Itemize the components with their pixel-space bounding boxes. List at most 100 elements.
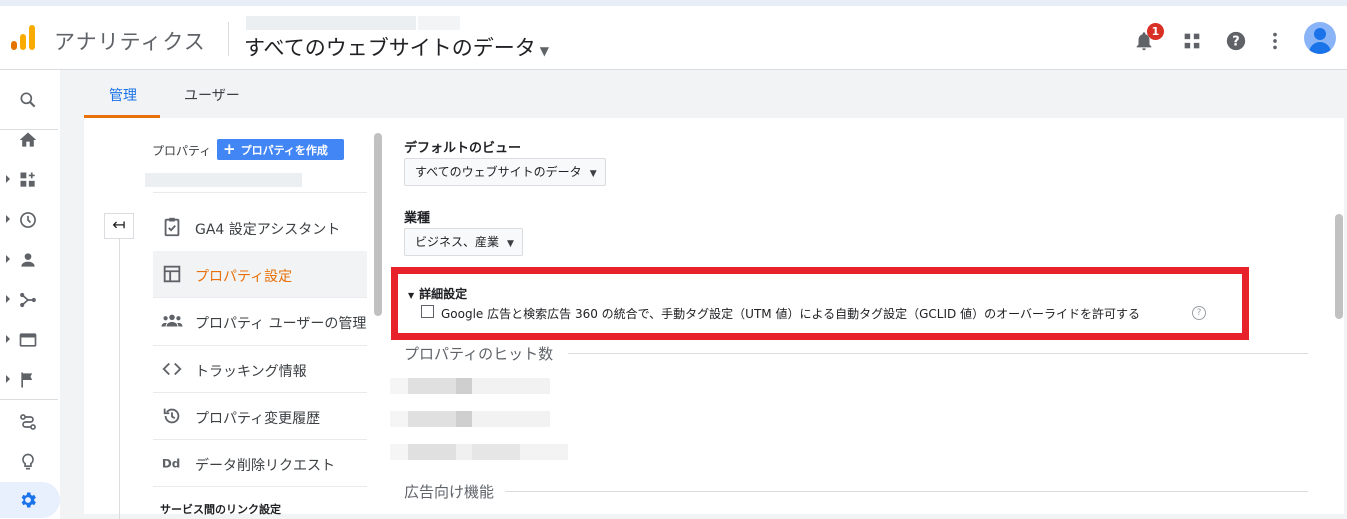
property-name-redacted[interactable]: [145, 173, 302, 187]
menu-scrollbar[interactable]: [374, 133, 382, 316]
tab-admin[interactable]: 管理: [109, 85, 137, 105]
column-connector-line: [119, 239, 120, 519]
nav-realtime[interactable]: [0, 202, 60, 238]
code-icon: [162, 362, 182, 376]
menu-item-ga4-setup-assistant[interactable]: GA4 設定アシスタント: [153, 204, 367, 250]
nav-acquisition[interactable]: [0, 282, 60, 318]
menu-item-tracking-info[interactable]: トラッキング情報: [153, 346, 367, 392]
avatar-head: [1314, 28, 1326, 40]
industry-value: ビジネス、産業: [415, 235, 500, 249]
nav-conversions[interactable]: [0, 362, 60, 398]
left-navigation: [0, 70, 60, 519]
allow-override-checkbox[interactable]: [421, 305, 434, 318]
menu-divider: [153, 486, 367, 487]
view-selector-label: すべてのウェブサイトのデータ: [244, 36, 536, 60]
nav-customization[interactable]: [0, 162, 60, 198]
history-icon: [163, 408, 180, 424]
nav-behavior[interactable]: [0, 322, 60, 358]
more-vert-icon[interactable]: [1264, 30, 1286, 52]
account-avatar[interactable]: [1304, 22, 1336, 54]
app-header: アナリティクス すべてのウェブサイトのデータ ▼ 1 ?: [0, 6, 1347, 70]
lightbulb-icon: [22, 453, 34, 470]
expand-arrow-icon: [6, 175, 10, 183]
menu-item-data-deletion[interactable]: Dd データ削除リクエスト: [153, 440, 367, 486]
back-arrow-icon: ↤: [112, 215, 126, 234]
view-selector[interactable]: すべてのウェブサイトのデータ ▼: [244, 32, 549, 62]
menu-item-label: プロパティ ユーザーの管理: [195, 316, 367, 332]
menu-section-title: サービス間のリンク設定: [160, 503, 281, 516]
help-icon[interactable]: ?: [1225, 30, 1247, 52]
expand-arrow-icon: [6, 215, 10, 223]
default-view-value: すべてのウェブサイトのデータ: [415, 165, 582, 179]
expand-arrow-icon: [6, 335, 10, 343]
menu-divider: [153, 192, 367, 193]
svg-text:Dd: Dd: [162, 457, 180, 471]
menu-item-label: プロパティ変更履歴: [195, 411, 321, 427]
menu-item-change-history[interactable]: プロパティ変更履歴: [153, 393, 367, 439]
nav-admin[interactable]: [0, 482, 60, 518]
expand-arrow-icon: [6, 295, 10, 303]
industry-label: 業種: [404, 211, 431, 226]
nav-home[interactable]: [0, 122, 60, 158]
menu-item-label: トラッキング情報: [195, 364, 307, 380]
help-circle-icon[interactable]: ?: [1192, 306, 1206, 320]
chevron-down-icon: ▼: [539, 44, 549, 58]
collapse-triangle-icon: ▼: [408, 291, 415, 300]
person-icon: [21, 253, 35, 267]
back-button[interactable]: ↤: [104, 213, 134, 239]
section-divider: [505, 491, 1308, 492]
account-name-redacted: [418, 16, 460, 30]
settings-scrollbar[interactable]: [1335, 214, 1343, 319]
svg-text:?: ?: [1232, 35, 1239, 50]
section-divider: [568, 353, 1308, 354]
acquisition-icon: [20, 292, 36, 308]
nav-audience[interactable]: [0, 242, 60, 278]
advanced-settings-title: 詳細設定: [419, 287, 468, 301]
nav-attribution[interactable]: [0, 404, 60, 440]
expand-arrow-icon: [6, 255, 10, 263]
apps-grid-icon[interactable]: [1181, 30, 1203, 52]
notification-badge: 1: [1147, 23, 1164, 40]
clipboard-check-icon: [164, 217, 180, 237]
redacted-row: [390, 444, 568, 460]
behavior-icon: [19, 333, 37, 347]
create-property-label: プロパティを作成: [240, 144, 328, 157]
chevron-down-icon: ▼: [507, 239, 514, 249]
tab-user[interactable]: ユーザー: [184, 85, 240, 105]
attribution-icon: [20, 414, 36, 430]
chevron-down-icon: ▼: [589, 169, 597, 179]
menu-item-property-settings[interactable]: プロパティ設定: [153, 251, 367, 297]
annotation-highlight-box: [391, 267, 1249, 340]
redacted-row: [390, 411, 550, 427]
nav-separator: [0, 399, 58, 400]
ads-features-heading: 広告向け機能: [404, 483, 495, 501]
gear-icon: [21, 492, 36, 508]
default-view-label: デフォルトのビュー: [404, 141, 522, 156]
create-property-button[interactable]: + プロパティを作成: [217, 139, 344, 160]
admin-tabbar: 管理 ユーザー: [84, 70, 1347, 118]
header-divider: [228, 22, 229, 56]
plus-icon: +: [223, 140, 236, 158]
account-name-redacted: [246, 16, 416, 30]
menu-item-label: プロパティ設定: [195, 269, 293, 285]
menu-item-user-management[interactable]: プロパティ ユーザーの管理: [153, 298, 367, 344]
advanced-settings-toggle[interactable]: ▼ 詳細設定: [408, 285, 467, 302]
industry-dropdown[interactable]: ビジネス、産業 ▼: [404, 228, 523, 256]
default-view-dropdown[interactable]: すべてのウェブサイトのデータ ▼: [404, 158, 606, 186]
nav-discover[interactable]: [0, 444, 60, 480]
hits-section-heading: プロパティのヒット数: [404, 345, 554, 363]
expand-arrow-icon: [6, 375, 10, 383]
customization-icon: [20, 172, 35, 187]
nav-search[interactable]: [0, 82, 60, 118]
property-column-label: プロパティ: [152, 144, 212, 158]
menu-item-label: データ削除リクエスト: [195, 458, 335, 474]
app-title: アナリティクス: [54, 30, 206, 54]
search-icon: [20, 92, 36, 108]
home-icon: [19, 132, 37, 147]
layout-icon: [163, 265, 181, 283]
redacted-row: [390, 378, 550, 394]
menu-item-label: GA4 設定アシスタント: [195, 222, 341, 238]
clock-icon: [20, 212, 36, 228]
data-deletion-icon: Dd: [162, 457, 180, 471]
people-icon: [161, 314, 183, 327]
